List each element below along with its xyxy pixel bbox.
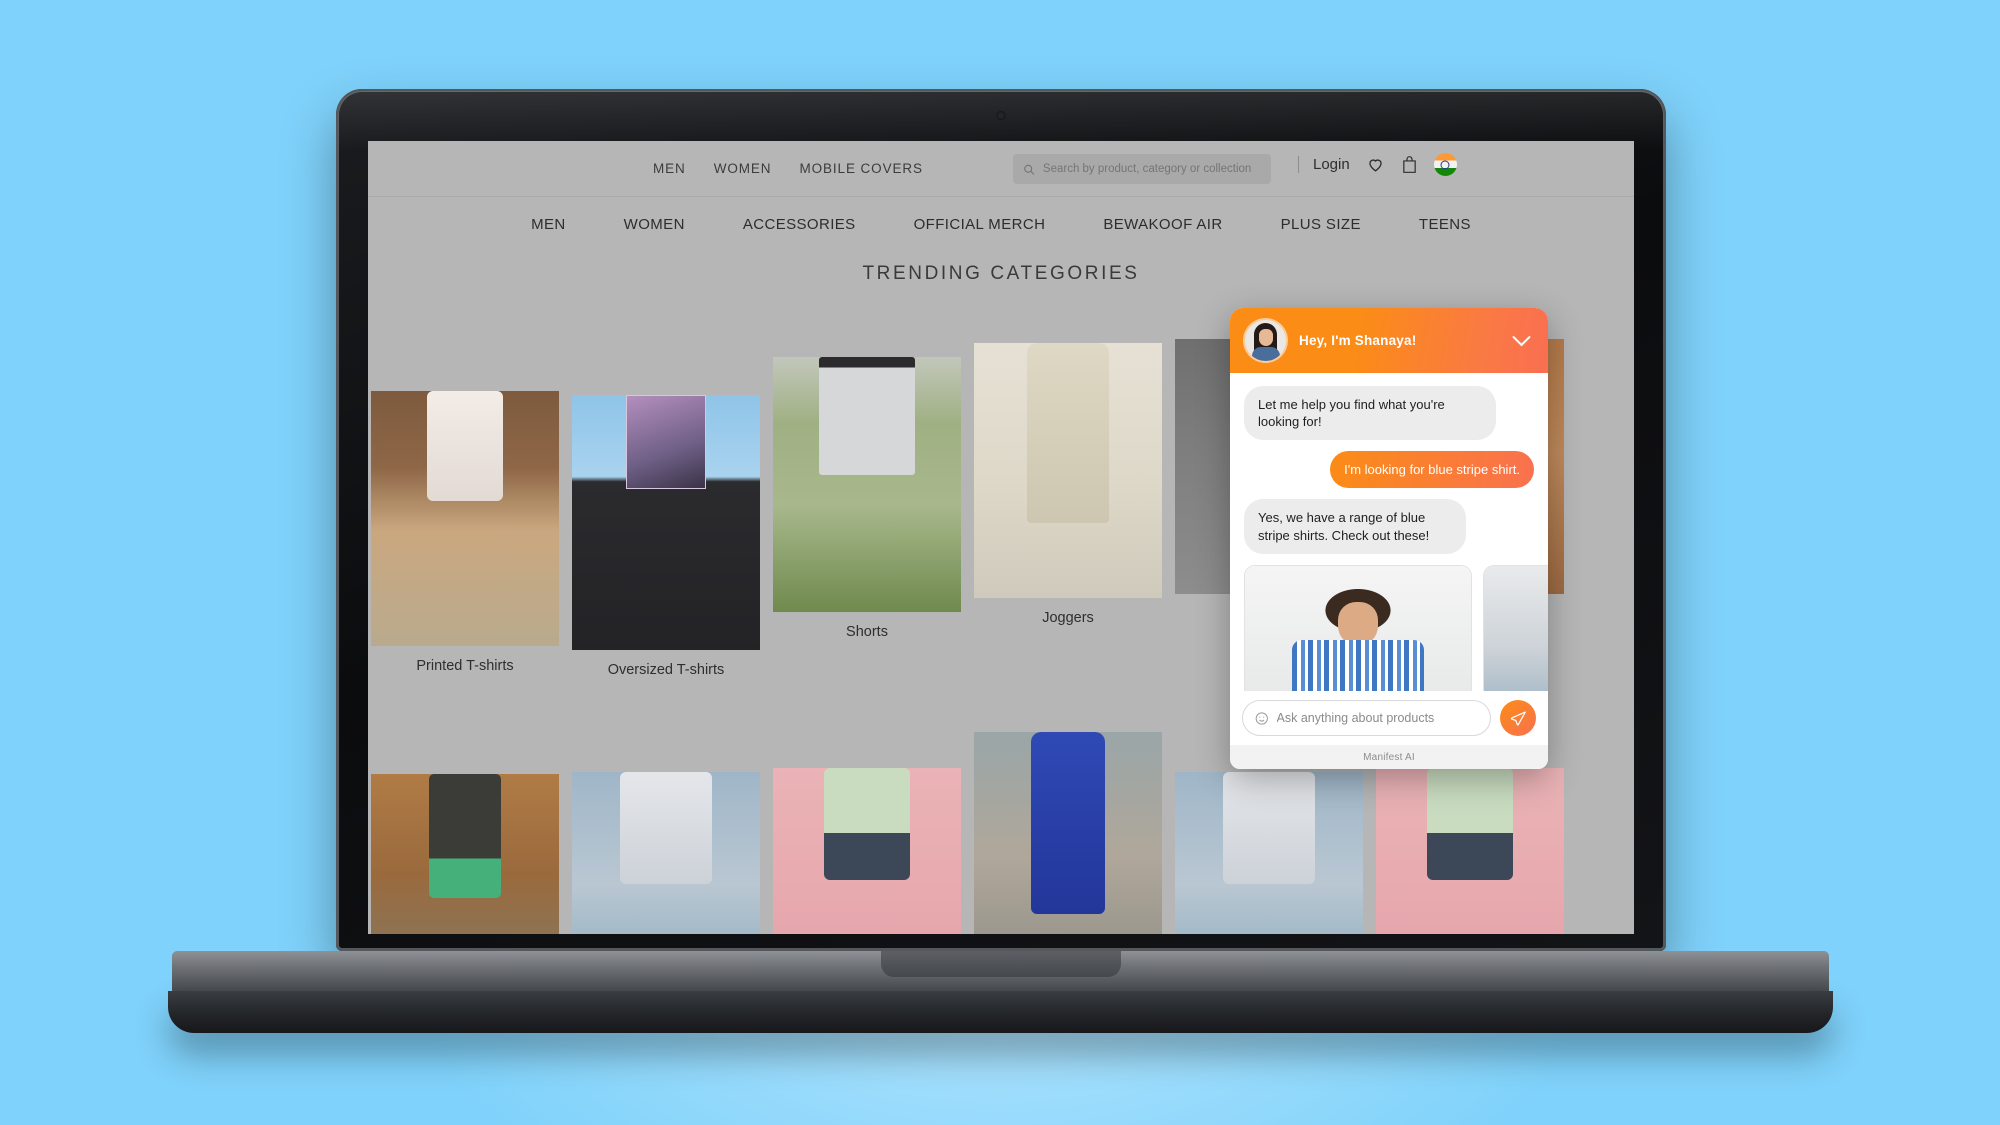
chat-input[interactable] (1276, 711, 1478, 725)
site-main-nav: MEN WOMEN ACCESSORIES OFFICIAL MERCH BEW… (368, 197, 1634, 251)
send-paper-plane-icon (1510, 710, 1526, 725)
top-link-mobile-covers[interactable]: MOBILE COVERS (799, 161, 922, 176)
bot-message: Yes, we have a range of blue stripe shir… (1244, 499, 1466, 554)
chat-input-bar (1230, 691, 1548, 745)
laptop-screen: MEN WOMEN MOBILE COVERS Login (368, 141, 1634, 934)
category-label: Joggers (1042, 610, 1094, 626)
user-message: I'm looking for blue stripe shirt. (1330, 451, 1534, 489)
chat-header: Hey, I'm Shanaya! (1230, 308, 1548, 373)
category-image (773, 768, 961, 934)
category-tile[interactable]: Oversized T-shirts (572, 698, 760, 934)
chat-footer-branding: Manifest AI (1230, 745, 1548, 769)
india-flag-icon[interactable] (1433, 153, 1457, 176)
chat-message-list: Let me help you find what you're looking… (1230, 373, 1548, 691)
category-tile[interactable]: Fashion Tops (773, 698, 961, 934)
category-tile[interactable]: Oversized T-shirts (572, 299, 760, 698)
laptop-mockup: MEN WOMEN MOBILE COVERS Login (0, 0, 2000, 1125)
bot-message: Let me help you find what you're looking… (1244, 386, 1496, 441)
category-tile[interactable]: Printed T-shirts (371, 299, 559, 698)
search-input[interactable] (1042, 163, 1261, 175)
category-tile[interactable]: Printed T-shirts (371, 698, 559, 934)
chat-message-row: I'm looking for blue stripe shirt. (1244, 451, 1534, 489)
laptop-base (168, 951, 1833, 1033)
blue-stripe-shirt-image (1292, 639, 1424, 691)
webcam-icon (996, 111, 1006, 120)
product-card[interactable] (1483, 564, 1548, 691)
chat-title: Hey, I'm Shanaya! (1299, 333, 1417, 348)
category-image (1175, 772, 1363, 934)
top-link-women[interactable]: WOMEN (714, 161, 772, 176)
site-search-box[interactable] (1013, 154, 1271, 184)
nav-item-women[interactable]: WOMEN (624, 216, 685, 233)
nav-item-accessories[interactable]: ACCESSORIES (743, 216, 856, 233)
product-card-carousel[interactable] (1244, 564, 1548, 691)
shanaya-avatar (1245, 320, 1286, 361)
nav-item-teens[interactable]: TEENS (1419, 216, 1471, 233)
category-image (572, 395, 760, 650)
login-button[interactable]: Login (1298, 156, 1350, 173)
nav-item-bewakoof-air[interactable]: BEWAKOOF AIR (1103, 216, 1222, 233)
nav-item-official-merch[interactable]: OFFICIAL MERCH (914, 216, 1046, 233)
category-label: Shorts (846, 624, 888, 640)
top-bar-actions: Login (1298, 153, 1457, 176)
top-link-men[interactable]: MEN (653, 161, 686, 176)
product-image (1484, 565, 1548, 691)
search-icon (1024, 164, 1035, 175)
nav-item-plus-size[interactable]: PLUS SIZE (1281, 216, 1361, 233)
category-image (1376, 768, 1564, 934)
chat-widget: Hey, I'm Shanaya! Let me help you find w… (1230, 308, 1548, 769)
smiley-icon[interactable] (1255, 711, 1269, 726)
site-top-bar: MEN WOMEN MOBILE COVERS Login (368, 141, 1634, 197)
category-image (773, 357, 961, 612)
chevron-down-icon[interactable] (1512, 335, 1531, 347)
category-image (572, 772, 760, 934)
section-title-trending-categories: TRENDING CATEGORIES (862, 263, 1140, 284)
category-tile[interactable]: Joggers (974, 698, 1162, 934)
top-nav-links: MEN WOMEN MOBILE COVERS (653, 161, 923, 176)
category-label: Oversized T-shirts (607, 662, 725, 678)
category-tile[interactable]: Shorts (773, 299, 961, 698)
send-button[interactable] (1500, 700, 1536, 736)
chat-message-row: Yes, we have a range of blue stripe shir… (1244, 499, 1534, 554)
website-viewport: MEN WOMEN MOBILE COVERS Login (368, 141, 1634, 934)
shopping-bag-icon[interactable] (1401, 155, 1418, 174)
wishlist-heart-icon[interactable] (1366, 155, 1385, 174)
category-image (371, 774, 559, 934)
chat-message-row: Let me help you find what you're looking… (1244, 386, 1534, 441)
category-image (974, 732, 1162, 934)
category-label: Printed T-shirts (416, 658, 514, 674)
product-card[interactable] (1244, 564, 1472, 691)
category-tile[interactable]: Joggers (974, 299, 1162, 698)
category-image (974, 343, 1162, 598)
category-image (371, 391, 559, 646)
nav-item-men[interactable]: MEN (531, 216, 566, 233)
chat-input-field-wrapper[interactable] (1242, 700, 1491, 736)
laptop-base-notch (880, 951, 1121, 977)
